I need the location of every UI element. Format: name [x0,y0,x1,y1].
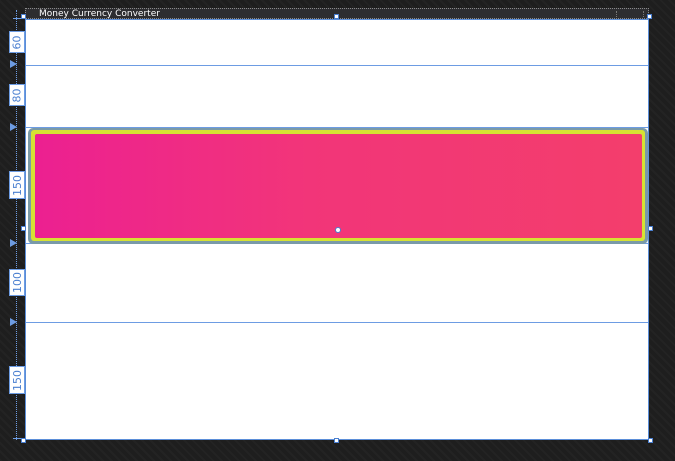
window-control-buttons[interactable] [616,11,644,17]
gradient-header-panel[interactable] [35,134,642,238]
resize-handle-top-left[interactable] [21,14,26,19]
row-height-label-5[interactable]: 150 [9,366,25,394]
resize-handle-top[interactable] [334,14,339,19]
resize-handle-bottom-left[interactable] [21,438,26,443]
row-divider-arrow-icon[interactable] [10,123,17,131]
selection-center-handle[interactable] [335,227,341,233]
row-divider-arrow-icon[interactable] [10,239,17,247]
selection-highlight [31,130,645,241]
resize-handle-top-right[interactable] [647,14,652,19]
design-canvas[interactable] [25,19,649,440]
row-divider-line[interactable] [26,65,648,66]
row-height-label-2[interactable]: 80 [9,84,25,106]
row-height-label-1[interactable]: 60 [9,31,25,53]
row-divider-arrow-icon[interactable] [10,60,17,68]
row-divider-arrow-icon[interactable] [10,318,17,326]
resize-handle-left[interactable] [21,226,26,231]
resize-handle-bottom[interactable] [334,438,339,443]
row-height-label-4[interactable]: 100 [9,269,25,296]
resize-handle-right[interactable] [648,226,653,231]
row-height-label-3[interactable]: 150 [9,171,25,199]
row-divider-line[interactable] [26,322,648,323]
resize-handle-bottom-right[interactable] [648,438,653,443]
